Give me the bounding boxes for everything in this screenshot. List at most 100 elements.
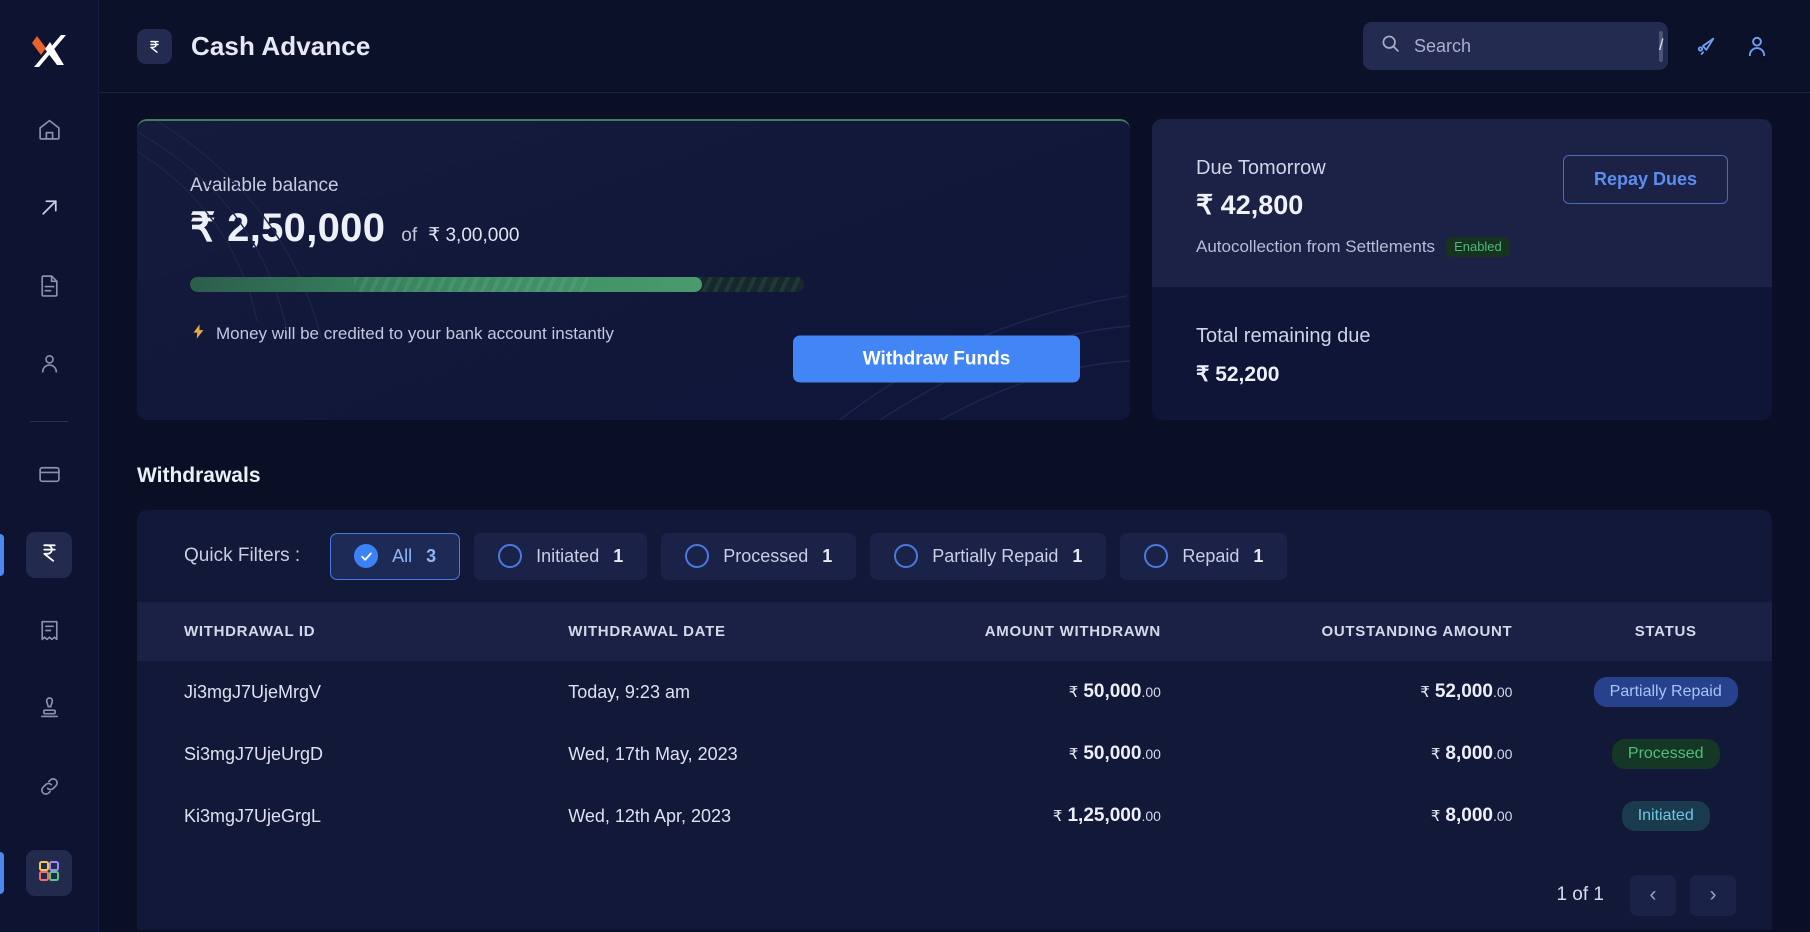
rupee-icon <box>37 540 62 570</box>
quick-filter-all[interactable]: All 3 <box>330 532 461 580</box>
amount-value: 1,25,000 <box>1067 805 1142 826</box>
autocollection-row: Autocollection from Settlements Enabled <box>1196 237 1728 258</box>
sidebar-nav <box>0 109 98 844</box>
amount-decimals: .00 <box>1141 746 1161 762</box>
cell-withdrawal-date: Wed, 17th May, 2023 <box>568 743 738 764</box>
quick-filter-label: Repaid <box>1182 545 1240 566</box>
cell-outstanding-amount: ₹ 8,000.00 <box>1208 785 1560 847</box>
quick-filter-initiated[interactable]: Initiated 1 <box>474 532 648 580</box>
withdrawals-table: WITHDRAWAL ID WITHDRAWAL DATE AMOUNT WIT… <box>137 602 1772 847</box>
sidebar-item-invoices[interactable] <box>26 610 72 656</box>
table-row[interactable]: Ki3mgJ7UjeGrgL Wed, 12th Apr, 2023 ₹ 1,25,… <box>137 785 1772 847</box>
sidebar-item-tax[interactable] <box>26 688 72 734</box>
sidebar-item-home[interactable] <box>26 109 72 155</box>
total-remaining-label: Total remaining due <box>1196 325 1371 348</box>
amount-decimals: .00 <box>1141 808 1161 824</box>
sidebar-item-contacts[interactable] <box>26 343 72 389</box>
due-summary-card: Due Tomorrow ₹ 42,800 Autocollection fro… <box>1152 119 1772 420</box>
autocollection-status-badge: Enabled <box>1446 237 1510 258</box>
status-badge: Processed <box>1611 738 1720 770</box>
sidebar-item-documents[interactable] <box>26 265 72 311</box>
balance-progress-fill <box>190 277 702 292</box>
autocollection-label: Autocollection from Settlements <box>1196 237 1436 257</box>
cell-withdrawal-id: Ki3mgJ7UjeGrgL <box>184 805 322 826</box>
quick-filter-label: Initiated <box>536 545 600 566</box>
radio-icon <box>685 544 710 568</box>
quick-filter-count: 1 <box>613 545 624 566</box>
amount-value: 50,000 <box>1083 681 1142 702</box>
person-icon <box>37 351 62 381</box>
receipt-icon <box>37 618 62 648</box>
withdrawals-table-card: Quick Filters : All 3 Initiated 1 Processed 1… <box>137 510 1772 930</box>
cell-status: Partially Repaid <box>1559 661 1772 723</box>
amount-decimals: .00 <box>1492 684 1513 700</box>
currency-symbol: ₹ <box>1052 808 1063 825</box>
quick-filter-partially-repaid[interactable]: Partially Repaid 1 <box>870 532 1107 580</box>
sidebar-item-integrations[interactable] <box>26 766 72 812</box>
sidebar-item-cards[interactable] <box>26 454 72 500</box>
sidebar-item-cash-advance[interactable] <box>0 532 72 578</box>
table-row[interactable]: Ji3mgJ7UjeMrgV Today, 9:23 am ₹ 50,000.00 ₹… <box>137 661 1772 723</box>
quick-filters: Quick Filters : All 3 Initiated 1 Processed 1… <box>137 510 1772 602</box>
balance-progress-bar <box>190 277 804 292</box>
quick-filter-processed[interactable]: Processed 1 <box>661 532 857 580</box>
app-root: Cash Advance / <box>0 0 1810 932</box>
available-balance-amount: ₹ 2,50,000 <box>190 206 386 250</box>
amount-value: 52,000 <box>1434 681 1493 702</box>
repay-dues-button[interactable]: Repay Dues <box>1563 155 1728 204</box>
chevron-left-icon[interactable]: ‹ <box>1630 874 1676 916</box>
search-shortcut-key: / <box>1659 30 1664 62</box>
table-row[interactable]: Si3mgJ7UjeUrgD Wed, 17th May, 2023 ₹ 50,00… <box>137 723 1772 785</box>
quick-filter-label: Partially Repaid <box>932 545 1059 566</box>
balance-of-label: of <box>401 225 418 246</box>
search-box[interactable]: / <box>1363 22 1668 70</box>
status-badge: Initiated <box>1621 800 1710 832</box>
table-head: WITHDRAWAL ID WITHDRAWAL DATE AMOUNT WIT… <box>137 602 1772 661</box>
column-outstanding-amount: OUTSTANDING AMOUNT <box>1321 623 1513 640</box>
column-withdrawal-id: WITHDRAWAL ID <box>184 623 316 640</box>
table-body: Ji3mgJ7UjeMrgV Today, 9:23 am ₹ 50,000.00 ₹… <box>137 661 1772 847</box>
sidebar-item-apps[interactable] <box>0 850 72 896</box>
chevron-right-icon[interactable]: › <box>1690 874 1736 916</box>
pagination-text: 1 of 1 <box>1556 884 1604 905</box>
currency-symbol: ₹ <box>1430 808 1441 825</box>
amount-decimals: .00 <box>1492 746 1513 762</box>
amount-decimals: .00 <box>1492 808 1513 824</box>
withdrawals-section-title: Withdrawals <box>137 464 261 487</box>
sidebar-item-payouts[interactable] <box>26 187 72 233</box>
x-logo[interactable] <box>26 27 72 73</box>
available-balance-amount-row: ₹ 2,50,000 of ₹ 3,00,000 <box>190 205 1130 251</box>
total-remaining-section: Total remaining due ₹ 52,200 <box>1152 287 1772 387</box>
lightning-icon <box>190 323 207 345</box>
status-badge: Partially Repaid <box>1593 676 1738 708</box>
quick-filter-count: 1 <box>822 545 833 566</box>
search-input[interactable] <box>1414 35 1646 57</box>
page-title: Cash Advance <box>191 30 371 61</box>
cell-withdrawal-date: Today, 9:23 am <box>568 681 690 702</box>
quick-filter-repaid[interactable]: Repaid 1 <box>1120 532 1288 580</box>
available-balance-card: Available balance ₹ 2,50,000 of ₹ 3,00,0… <box>137 119 1130 420</box>
user-avatar-icon[interactable] <box>1742 31 1772 61</box>
available-balance-label: Available balance <box>190 175 339 196</box>
topbar: Cash Advance / <box>99 0 1810 93</box>
sidebar <box>0 0 99 932</box>
instant-credit-text: Money will be credited to your bank acco… <box>216 324 614 343</box>
arrow-up-right-icon <box>37 195 62 225</box>
withdraw-funds-button[interactable]: Withdraw Funds <box>793 335 1080 383</box>
quick-filter-label: All <box>392 545 413 566</box>
balance-total-limit: ₹ 3,00,000 <box>428 225 520 246</box>
cell-amount-withdrawn: ₹ 50,000.00 <box>865 723 1208 785</box>
sidebar-divider <box>30 421 68 422</box>
quick-filters-label: Quick Filters : <box>184 545 301 566</box>
quick-filter-chip-list: All 3 Initiated 1 Processed 1 Partially Repaid… <box>330 532 1288 580</box>
currency-symbol: ₹ <box>1430 746 1441 763</box>
total-remaining-amount: ₹ 52,200 <box>1196 363 1280 387</box>
megaphone-icon[interactable] <box>1690 31 1720 61</box>
topbar-actions: / <box>1363 22 1772 70</box>
currency-symbol: ₹ <box>1068 746 1079 763</box>
home-icon <box>37 117 62 147</box>
column-amount-withdrawn: AMOUNT WITHDRAWN <box>984 623 1161 640</box>
page-content: Available balance ₹ 2,50,000 of ₹ 3,00,0… <box>99 93 1810 932</box>
pagination: 1 of 1 ‹ › <box>137 860 1772 930</box>
radio-icon <box>498 544 523 568</box>
